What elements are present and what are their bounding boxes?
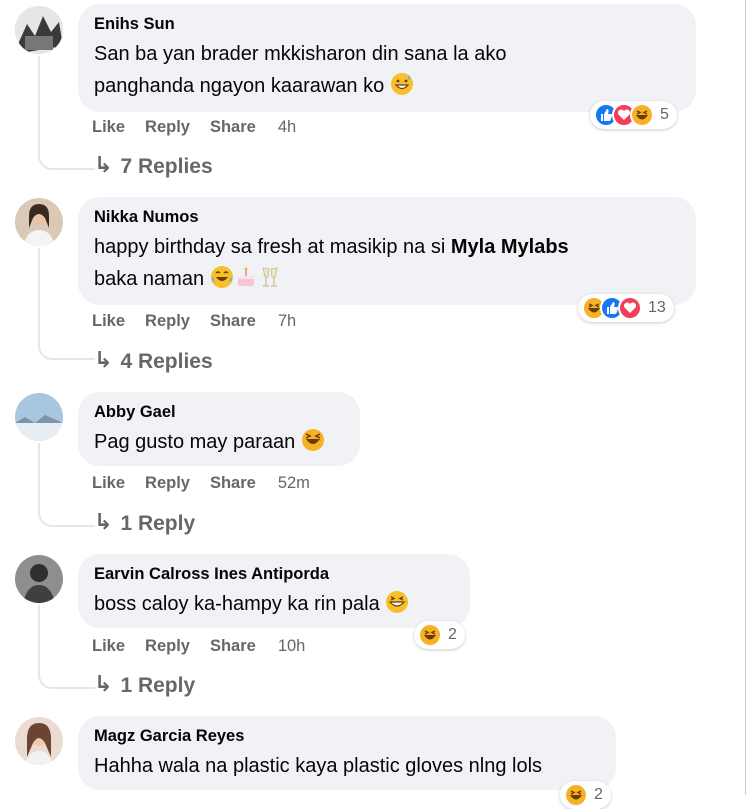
comment-bubble: Earvin Calross Ines Antiporda boss caloy… — [78, 554, 470, 628]
comment-author[interactable]: Nikka Numos — [94, 207, 680, 227]
share-button[interactable]: Share — [210, 118, 256, 137]
reply-arrow-icon: ↳ — [94, 671, 113, 696]
like-button[interactable]: Like — [92, 637, 125, 656]
comment-text: Hahha wala na plastic kaya plastic glove… — [94, 755, 543, 777]
avatar-image — [15, 6, 63, 54]
comments-panel: Enihs Sun San ba yan brader mkkisharon d… — [0, 0, 746, 809]
comment-timestamp[interactable]: 10h — [278, 637, 306, 656]
reaction-summary[interactable]: 2 — [560, 781, 611, 809]
avatar[interactable] — [15, 198, 63, 246]
avatar-image — [15, 555, 63, 603]
comment-text-line: San ba yan brader mkkisharon din sana la… — [94, 43, 507, 65]
comment-actions: Like Reply Share 7h — [92, 312, 316, 331]
reply-arrow-icon: ↳ — [94, 152, 113, 177]
comment-author[interactable]: Enihs Sun — [94, 14, 680, 34]
reply-arrow-icon: ↳ — [94, 347, 113, 372]
comment-author[interactable]: Abby Gael — [94, 402, 344, 422]
replies-label: 7 Replies — [120, 155, 213, 178]
tears-of-joy-emoji-icon — [210, 265, 234, 289]
haha-reaction-icon — [418, 623, 442, 647]
comment-text: boss caloy ka-hampy ka rin pala — [94, 588, 454, 620]
avatar-image — [15, 717, 63, 765]
comment-author[interactable]: Magz Garcia Reyes — [94, 726, 600, 746]
mention-link[interactable]: Myla Mylabs — [451, 236, 569, 258]
birthday-cake-emoji-icon — [234, 265, 258, 289]
comment-bubble: Enihs Sun San ba yan brader mkkisharon d… — [78, 4, 696, 112]
replies-label: 4 Replies — [120, 350, 213, 373]
love-reaction-icon — [618, 296, 642, 320]
reply-arrow-icon: ↳ — [94, 509, 113, 534]
comment-text-line: baka naman — [94, 263, 680, 295]
avatar[interactable] — [15, 717, 63, 765]
comment-text: happy birthday sa fresh at masikip na si… — [94, 231, 680, 295]
avatar[interactable] — [15, 393, 63, 441]
view-replies-link[interactable]: ↳ 7 Replies — [94, 152, 213, 179]
share-button[interactable]: Share — [210, 474, 256, 493]
replies-label: 1 Reply — [120, 674, 196, 697]
comment-timestamp[interactable]: 52m — [278, 474, 310, 493]
avatar-image — [15, 198, 63, 246]
comment-actions: Like Reply Share 52m — [92, 474, 330, 493]
view-replies-link[interactable]: ↳ 1 Reply — [94, 509, 196, 536]
share-button[interactable]: Share — [210, 637, 256, 656]
reply-button[interactable]: Reply — [145, 637, 190, 656]
clinking-glasses-emoji-icon — [258, 265, 282, 289]
reaction-count: 2 — [448, 626, 457, 643]
view-replies-link[interactable]: ↳ 1 Reply — [94, 671, 196, 698]
like-button[interactable]: Like — [92, 312, 125, 331]
reply-button[interactable]: Reply — [145, 312, 190, 331]
avatar[interactable] — [15, 555, 63, 603]
reaction-count: 5 — [660, 106, 669, 123]
like-button[interactable]: Like — [92, 474, 125, 493]
comment-bubble: Abby Gael Pag gusto may paraan — [78, 392, 360, 466]
comment-author[interactable]: Earvin Calross Ines Antiporda — [94, 564, 454, 584]
comment-actions: Like Reply Share 10h — [92, 637, 325, 656]
grin-sweat-emoji-icon — [390, 72, 414, 96]
comment-bubble: Magz Garcia Reyes Hahha wala na plastic … — [78, 716, 616, 790]
comment-text-line: happy birthday sa fresh at masikip na si… — [94, 236, 569, 258]
reply-button[interactable]: Reply — [145, 474, 190, 493]
like-button[interactable]: Like — [92, 118, 125, 137]
reaction-count: 2 — [594, 786, 603, 803]
grinning-squint-emoji-icon — [385, 590, 409, 614]
view-replies-link[interactable]: ↳ 4 Replies — [94, 347, 213, 374]
comment-text: Pag gusto may paraan — [94, 426, 344, 458]
share-button[interactable]: Share — [210, 312, 256, 331]
comment-actions: Like Reply Share 4h — [92, 118, 316, 137]
comment-timestamp[interactable]: 7h — [278, 312, 296, 331]
reaction-count: 13 — [648, 299, 666, 316]
comment-bubble: Nikka Numos happy birthday sa fresh at m… — [78, 197, 696, 305]
laughing-emoji-icon — [301, 428, 325, 452]
avatar-image — [15, 393, 63, 441]
replies-label: 1 Reply — [120, 512, 196, 535]
reaction-summary[interactable]: 5 — [590, 101, 677, 129]
comment-text: San ba yan brader mkkisharon din sana la… — [94, 38, 680, 102]
comment-text-line: panghanda ngayon kaarawan ko — [94, 70, 680, 102]
comment-timestamp[interactable]: 4h — [278, 118, 296, 137]
avatar[interactable] — [15, 6, 63, 54]
haha-reaction-icon — [630, 103, 654, 127]
reaction-summary[interactable]: 2 — [414, 621, 465, 649]
reaction-summary[interactable]: 13 — [578, 294, 674, 322]
reply-button[interactable]: Reply — [145, 118, 190, 137]
haha-reaction-icon — [564, 783, 588, 807]
